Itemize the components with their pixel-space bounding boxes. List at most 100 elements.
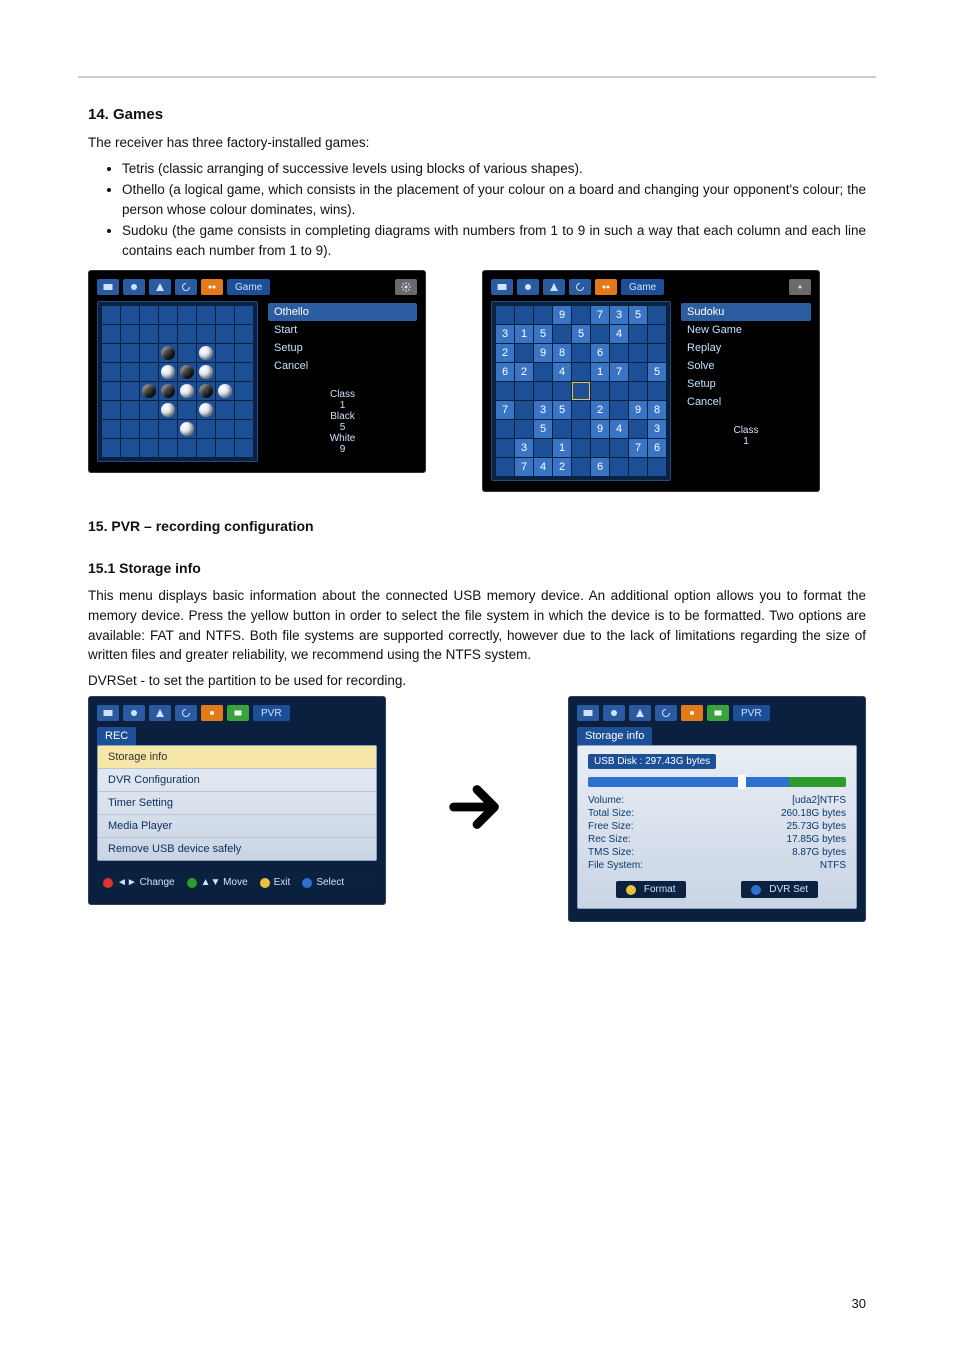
menu-item[interactable]: Setup (268, 339, 417, 357)
black-disc (199, 384, 213, 398)
sudoku-cell (496, 420, 514, 438)
othello-cell (216, 439, 234, 457)
sudoku-cell (610, 344, 628, 362)
list-item[interactable]: Timer Setting (98, 792, 376, 815)
list-item[interactable]: Remove USB device safely (98, 838, 376, 860)
sudoku-cell: 7 (629, 439, 647, 457)
list-item[interactable]: DVR Configuration (98, 769, 376, 792)
sudoku-cell (610, 382, 628, 400)
sudoku-cell: 2 (553, 458, 571, 476)
sudoku-cell (629, 420, 647, 438)
othello-cell (197, 382, 215, 400)
arrow-right-icon (442, 772, 512, 847)
section-pvr-heading: 15. PVR – recording configuration (88, 518, 866, 534)
sudoku-cell: 2 (515, 363, 533, 381)
othello-cell (121, 363, 139, 381)
sudoku-cell (534, 439, 552, 457)
othello-cell (235, 344, 253, 362)
menu-item[interactable]: New Game (681, 321, 811, 339)
sudoku-cell: 9 (591, 420, 609, 438)
sat-icon (123, 279, 145, 295)
ant-icon (149, 705, 171, 721)
black-disc (161, 384, 175, 398)
header-rule (78, 76, 876, 78)
othello-cell (102, 401, 120, 419)
sudoku-cell (515, 382, 533, 400)
menu-item[interactable]: Replay (681, 339, 811, 357)
othello-cell (216, 344, 234, 362)
othello-cell (102, 306, 120, 324)
sudoku-cell: 7 (610, 363, 628, 381)
othello-cell (102, 382, 120, 400)
sudoku-cell: 5 (553, 401, 571, 419)
sudoku-cell (648, 458, 666, 476)
othello-cell (178, 325, 196, 343)
rec-panel-title: REC (97, 727, 136, 745)
sudoku-cell (515, 344, 533, 362)
sudoku-cell (572, 420, 590, 438)
list-item[interactable]: Storage info (98, 746, 376, 769)
sudoku-cell: 1 (515, 325, 533, 343)
othello-cell (159, 363, 177, 381)
sudoku-cell: 5 (572, 325, 590, 343)
menu-item[interactable]: Othello (268, 303, 417, 321)
storage-action-button[interactable]: Format (616, 881, 686, 898)
othello-cell (235, 325, 253, 343)
ant-icon (629, 705, 651, 721)
othello-cell (159, 325, 177, 343)
othello-cell (197, 306, 215, 324)
othello-cell (159, 306, 177, 324)
menu-item[interactable]: Start (268, 321, 417, 339)
storage-row: TMS Size:8.87G bytes (588, 847, 846, 858)
othello-cell (197, 439, 215, 457)
sudoku-cell: 4 (534, 458, 552, 476)
sudoku-cell (572, 439, 590, 457)
sudoku-cell (629, 382, 647, 400)
sudoku-cell (553, 420, 571, 438)
sudoku-cell (648, 382, 666, 400)
menu-item[interactable]: Cancel (268, 357, 417, 375)
othello-cell (121, 401, 139, 419)
sat-icon (603, 705, 625, 721)
sudoku-cell: 3 (648, 420, 666, 438)
loop-icon (175, 279, 197, 295)
sudoku-cell (610, 439, 628, 457)
storage-action-button[interactable]: DVR Set (741, 881, 818, 898)
menu-item[interactable]: Cancel (681, 393, 811, 411)
othello-cell (140, 439, 158, 457)
white-disc (199, 403, 213, 417)
othello-cell (102, 439, 120, 457)
menu-item[interactable]: Setup (681, 375, 811, 393)
games-item: Othello (a logical game, which consists … (122, 180, 866, 219)
game-icon (201, 705, 223, 721)
othello-cell (102, 420, 120, 438)
loop-icon (175, 705, 197, 721)
othello-cell (121, 325, 139, 343)
hint-item: Exit (260, 877, 291, 888)
sudoku-cell (515, 306, 533, 324)
sudoku-cell: 1 (591, 363, 609, 381)
game-icon (201, 279, 223, 295)
white-disc (180, 384, 194, 398)
tv-icon (491, 279, 513, 295)
menu-item[interactable]: Solve (681, 357, 811, 375)
hint-item: ◄► Change (103, 877, 175, 888)
list-item[interactable]: Media Player (98, 815, 376, 838)
storage-info-screenshot: PVR Storage info USB Disk : 297.43G byte… (568, 696, 866, 922)
othello-cell (140, 363, 158, 381)
othello-cell (216, 382, 234, 400)
sudoku-cell (534, 306, 552, 324)
othello-cell (121, 306, 139, 324)
sudoku-board: 9735315542986624175735298594331767426 (491, 301, 671, 481)
othello-cell (216, 420, 234, 438)
othello-cell (178, 363, 196, 381)
menu-item[interactable]: Sudoku (681, 303, 811, 321)
othello-cell (102, 325, 120, 343)
sudoku-cell: 9 (553, 306, 571, 324)
othello-side-menu: OthelloStartSetupCancel Class1Black5Whit… (268, 301, 417, 462)
othello-cell (235, 363, 253, 381)
sudoku-cell: 6 (591, 458, 609, 476)
storage-row: Total Size:260.18G bytes (588, 808, 846, 819)
sudoku-cell (496, 458, 514, 476)
black-disc (142, 384, 156, 398)
